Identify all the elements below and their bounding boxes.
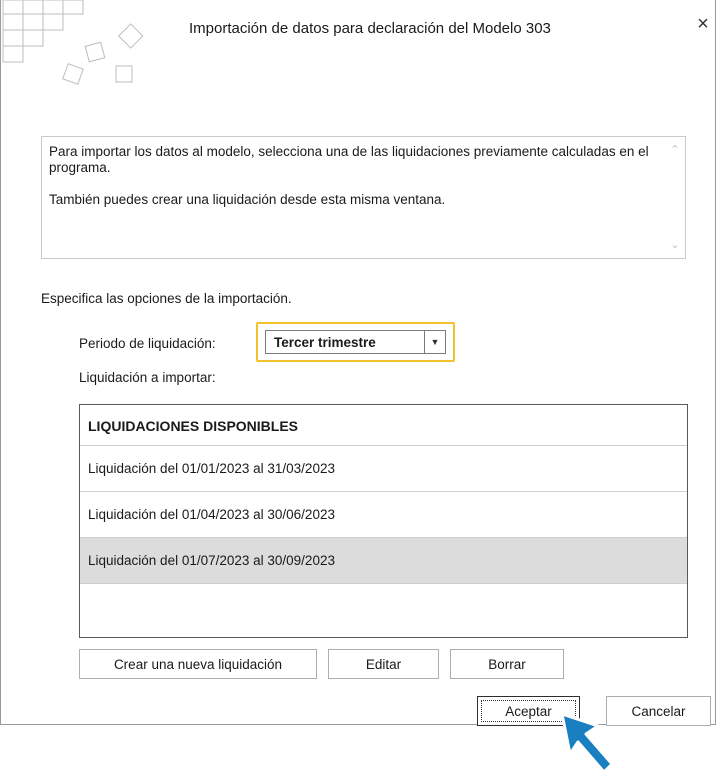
edit-button[interactable]: Editar [328,649,439,679]
import-label: Liquidación a importar: [79,370,216,385]
dialog-title: Importación de datos para declaración de… [189,20,551,37]
mouse-pointer-icon [560,712,614,774]
import-dialog: Importación de datos para declaración de… [0,0,716,726]
info-text: Para importar los datos al modelo, selec… [49,144,661,224]
period-select-highlight: Tercer trimestre ▼ [256,322,455,362]
info-line-2: También puedes crear una liquidación des… [49,192,446,207]
chevron-up-icon[interactable]: ⌃ [667,143,683,157]
period-select-value: Tercer trimestre [274,335,376,350]
list-item-selected[interactable]: Liquidación del 01/07/2023 al 30/09/2023 [80,538,687,584]
info-scrollbar[interactable]: ⌃ ⌄ [667,141,683,254]
list-item[interactable]: Liquidación del 01/04/2023 al 30/06/2023 [80,492,687,538]
delete-button[interactable]: Borrar [450,649,564,679]
cancel-button[interactable]: Cancelar [606,696,711,726]
dropdown-arrow-icon[interactable]: ▼ [424,331,445,353]
info-line-1: Para importar los datos al modelo, selec… [49,144,649,175]
create-settlement-button[interactable]: Crear una nueva liquidación [79,649,317,679]
period-select[interactable]: Tercer trimestre ▼ [265,330,446,354]
options-label: Especifica las opciones de la importació… [41,291,292,306]
close-icon[interactable]: × [693,14,713,34]
list-item[interactable]: Liquidación del 01/01/2023 al 31/03/2023 [80,446,687,492]
info-text-box[interactable]: Para importar los datos al modelo, selec… [41,136,686,259]
logo-graphic [2,0,144,85]
list-header: LIQUIDACIONES DISPONIBLES [80,405,687,446]
period-label: Periodo de liquidación: [79,336,216,351]
settlements-list: LIQUIDACIONES DISPONIBLES Liquidación de… [79,404,688,638]
chevron-down-icon[interactable]: ⌄ [667,238,683,252]
